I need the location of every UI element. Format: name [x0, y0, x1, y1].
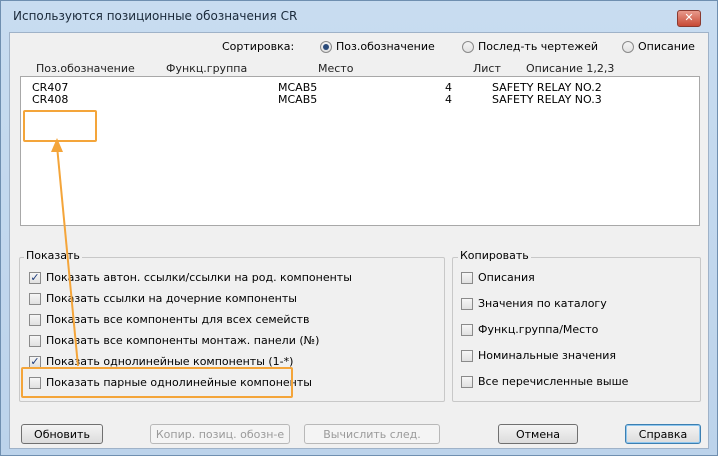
- annotation-arrow: [51, 138, 79, 367]
